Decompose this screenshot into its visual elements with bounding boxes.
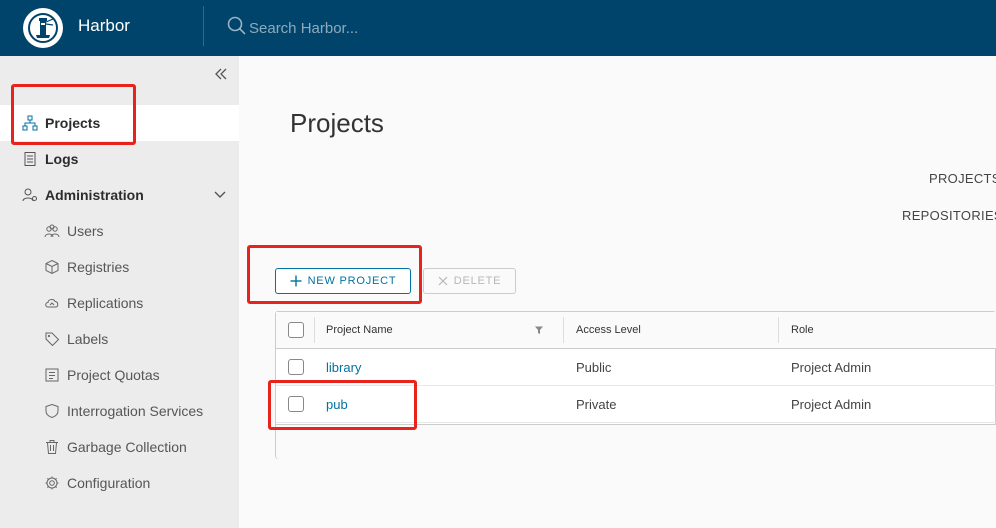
new-project-label: NEW PROJECT	[307, 275, 397, 287]
sidebar-item-replications[interactable]: Replications	[0, 285, 239, 321]
row-checkbox[interactable]	[288, 396, 304, 412]
sidebar-item-project-quotas[interactable]: Project Quotas	[0, 357, 239, 393]
projects-table: Project Name Access Level Role library P…	[275, 311, 996, 459]
users-icon	[44, 223, 60, 239]
sidebar-item-label: Labels	[67, 331, 109, 347]
trash-icon	[44, 439, 60, 455]
row-select-cell	[288, 386, 304, 422]
sidebar-item-label: Configuration	[67, 475, 151, 491]
column-separator	[563, 317, 564, 343]
filter-icon[interactable]	[534, 312, 544, 348]
row-checkbox[interactable]	[288, 359, 304, 375]
sidebar-item-registries[interactable]: Registries	[0, 249, 239, 285]
sidebar-item-users[interactable]: Users	[0, 213, 239, 249]
shield-icon	[44, 403, 60, 419]
repositories-stat-label: REPOSITORIES	[902, 208, 996, 223]
sidebar: Projects Logs Administration Users Regis…	[0, 56, 239, 528]
column-header-project-name[interactable]: Project Name	[326, 312, 393, 348]
column-header-role[interactable]: Role	[791, 312, 814, 348]
sidebar-item-garbage-collection[interactable]: Garbage Collection	[0, 429, 239, 465]
chevron-down-icon[interactable]	[213, 188, 227, 205]
labels-icon	[44, 331, 60, 347]
main-content: Projects PROJECTS REPOSITORIES NEW PROJE…	[239, 56, 996, 528]
replications-icon	[44, 295, 60, 311]
projects-icon	[22, 115, 38, 131]
search-box[interactable]	[227, 15, 549, 42]
table-footer	[276, 424, 996, 459]
project-name-link[interactable]: pub	[326, 386, 348, 422]
select-all-checkbox[interactable]	[288, 322, 304, 338]
gear-icon	[44, 475, 60, 491]
role-cell: Project Admin	[791, 359, 872, 375]
search-icon	[227, 15, 247, 42]
access-level-cell: Public	[576, 359, 612, 375]
row-select-cell	[288, 349, 304, 385]
sidebar-item-label: Project Quotas	[67, 367, 160, 383]
role-cell: Project Admin	[791, 396, 872, 412]
sidebar-item-projects[interactable]: Projects	[0, 105, 239, 141]
logs-icon	[22, 151, 38, 167]
quotas-icon	[44, 367, 60, 383]
header-divider	[203, 6, 204, 46]
sidebar-item-label: Registries	[67, 259, 130, 275]
table-row: library Public Project Admin	[276, 349, 996, 386]
sidebar-item-labels[interactable]: Labels	[0, 321, 239, 357]
table-header-row: Project Name Access Level Role	[276, 312, 996, 349]
sidebar-item-label: Replications	[67, 295, 144, 311]
sidebar-item-interrogation-services[interactable]: Interrogation Services	[0, 393, 239, 429]
new-project-button[interactable]: NEW PROJECT	[275, 268, 411, 294]
collapse-sidebar-icon[interactable]	[213, 66, 229, 82]
sidebar-item-label: Logs	[45, 151, 79, 167]
delete-button[interactable]: DELETE	[423, 268, 516, 294]
select-all-cell	[288, 312, 304, 348]
project-name-link[interactable]: library	[326, 349, 361, 385]
registries-icon	[44, 259, 60, 275]
harbor-logo[interactable]	[23, 8, 63, 48]
sidebar-item-label: Users	[67, 223, 104, 239]
sidebar-item-administration[interactable]: Administration	[0, 177, 239, 213]
search-input[interactable]	[249, 20, 549, 37]
column-separator	[778, 317, 779, 343]
sidebar-item-label: Interrogation Services	[67, 403, 204, 419]
page-title: Projects	[290, 108, 384, 138]
close-icon	[438, 276, 448, 286]
administration-icon	[22, 187, 38, 203]
sidebar-item-label: Garbage Collection	[67, 439, 187, 455]
plus-icon	[290, 275, 302, 287]
app-brand[interactable]: Harbor	[78, 16, 130, 36]
sidebar-item-label: Projects	[45, 115, 101, 131]
table-row: pub Private Project Admin	[276, 386, 996, 423]
column-header-access-level[interactable]: Access Level	[576, 312, 641, 348]
column-separator	[314, 317, 315, 343]
sidebar-item-label: Administration	[45, 187, 144, 203]
access-level-cell: Private	[576, 396, 617, 412]
delete-label: DELETE	[453, 275, 502, 287]
sidebar-item-configuration[interactable]: Configuration	[0, 465, 239, 501]
app-header: Harbor	[0, 0, 996, 56]
projects-stat-label: PROJECTS	[929, 171, 996, 186]
sidebar-item-logs[interactable]: Logs	[0, 141, 239, 177]
